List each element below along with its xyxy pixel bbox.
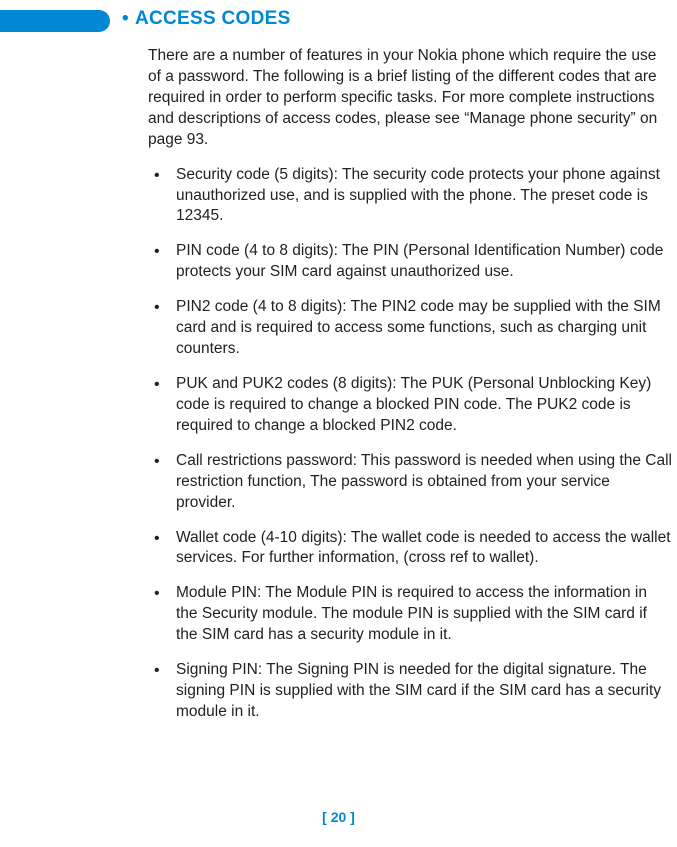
list-item: Call restrictions password: This passwor…: [148, 451, 672, 514]
page-number: [ 20 ]: [0, 809, 677, 825]
section-heading: • ACCESS CODES: [122, 8, 291, 30]
code-list: Security code (5 digits): The security c…: [148, 165, 672, 723]
list-item: Signing PIN: The Signing PIN is needed f…: [148, 660, 672, 723]
list-item: PUK and PUK2 codes (8 digits): The PUK (…: [148, 374, 672, 437]
page-content: There are a number of features in your N…: [148, 46, 672, 737]
list-item: PIN2 code (4 to 8 digits): The PIN2 code…: [148, 297, 672, 360]
list-item: Wallet code (4-10 digits): The wallet co…: [148, 528, 672, 570]
heading-text: ACCESS CODES: [135, 8, 291, 29]
header-accent-bar: [0, 10, 110, 32]
list-item: PIN code (4 to 8 digits): The PIN (Perso…: [148, 241, 672, 283]
list-item: Module PIN: The Module PIN is required t…: [148, 583, 672, 646]
heading-bullet: •: [122, 8, 129, 29]
list-item: Security code (5 digits): The security c…: [148, 165, 672, 228]
intro-paragraph: There are a number of features in your N…: [148, 46, 672, 151]
